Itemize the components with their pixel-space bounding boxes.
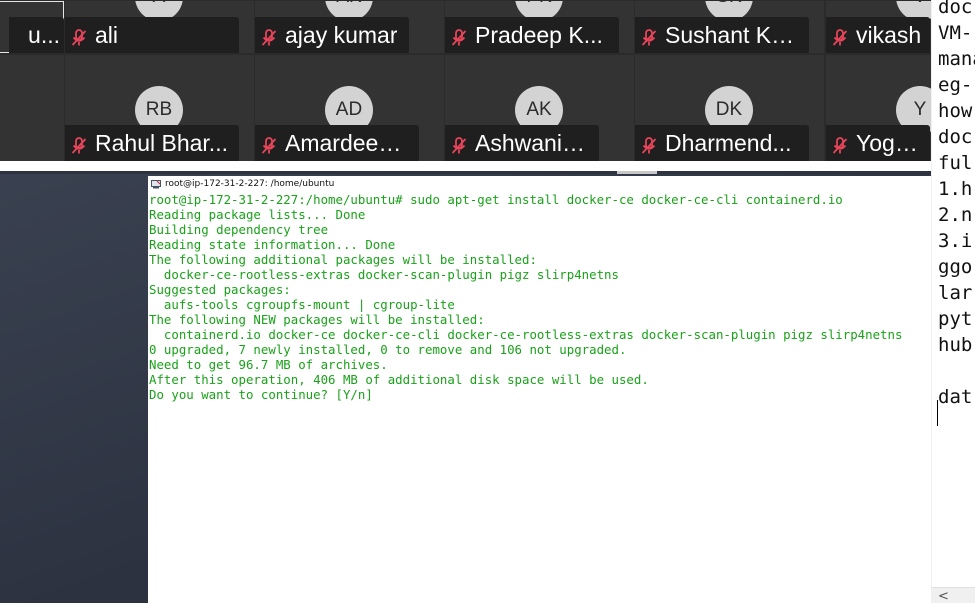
participant-name-plate: vikash bbox=[826, 17, 930, 53]
notepad-line: 2.n bbox=[938, 204, 973, 226]
participant-name: vikash bbox=[856, 21, 922, 48]
desktop-bar-line bbox=[0, 171, 931, 174]
participant-name-plate: Yogend bbox=[826, 125, 930, 161]
participant-tile[interactable]: Aali bbox=[65, 1, 254, 53]
participant-tile[interactable]: DK Dharmend... bbox=[635, 55, 824, 161]
terminal-line: 0 upgraded, 7 newly installed, 0 to remo… bbox=[149, 342, 627, 357]
participant-name: ali bbox=[95, 21, 119, 48]
notepad-line: VM- bbox=[938, 22, 973, 44]
notepad-line: hub bbox=[938, 334, 973, 356]
notepad-line: doc bbox=[938, 126, 973, 148]
participant-name: Ashwani K... bbox=[475, 129, 591, 156]
notepad-line: 3.i bbox=[938, 230, 973, 252]
notepad-line: how bbox=[938, 100, 973, 122]
notepad-line: mana bbox=[938, 48, 975, 70]
notepad-line bbox=[938, 358, 975, 384]
terminal-window[interactable]: root@ip-172-31-2-227: /home/ubuntu root@… bbox=[148, 176, 931, 603]
text-caret bbox=[937, 400, 938, 426]
participant-name: u... bbox=[28, 21, 60, 48]
participant-tile[interactable]: RB Rahul Bhar... bbox=[65, 55, 254, 161]
notepad-line: ggo bbox=[938, 256, 973, 278]
notepad-line: lar bbox=[938, 282, 973, 304]
notepad-text[interactable]: doc VM-mana eg-how doc ful 1.h 2.n 3.i ggo lar pyt… bbox=[938, 0, 975, 410]
participant-tile[interactable]: AKajay kumar bbox=[255, 1, 444, 53]
terminal-line: After this operation, 406 MB of addition… bbox=[149, 372, 649, 387]
mic-muted-icon bbox=[641, 26, 657, 46]
terminal-line: aufs-tools cgroupfs-mount | cgroup-lite bbox=[149, 297, 455, 312]
desktop-top-bar bbox=[0, 161, 931, 174]
participant-name: Pradeep K... bbox=[475, 21, 603, 48]
mic-muted-icon bbox=[451, 134, 467, 154]
participant-tile[interactable]: AK Ashwani K... bbox=[445, 55, 634, 161]
terminal-title-bar[interactable]: root@ip-172-31-2-227: /home/ubuntu bbox=[148, 176, 931, 192]
participant-tile[interactable] bbox=[0, 55, 64, 161]
participant-name: Sushant Ku... bbox=[665, 21, 801, 48]
notepad-line: pyt bbox=[938, 308, 973, 330]
terminal-line: Reading state information... Done bbox=[149, 237, 396, 252]
terminal-line: root@ip-172-31-2-227:/home/ubuntu# sudo … bbox=[149, 192, 843, 207]
notepad-panel[interactable]: doc VM-mana eg-how doc ful 1.h 2.n 3.i ggo lar pyt… bbox=[931, 0, 975, 603]
desktop-bar-tab[interactable] bbox=[617, 171, 657, 174]
participant-name: Rahul Bhar... bbox=[95, 129, 228, 156]
mic-muted-icon bbox=[451, 26, 467, 46]
participant-name: Dharmend... bbox=[665, 129, 792, 156]
terminal-line: Do you want to continue? [Y/n] bbox=[149, 387, 373, 402]
terminal-line: Need to get 96.7 MB of archives. bbox=[149, 357, 388, 372]
terminal-line: The following NEW packages will be insta… bbox=[149, 312, 485, 327]
terminal-line: The following additional packages will b… bbox=[149, 252, 537, 267]
mic-muted-icon bbox=[641, 134, 657, 154]
notepad-line: eg- bbox=[938, 74, 973, 96]
mic-muted-icon bbox=[71, 134, 87, 154]
mic-muted-icon bbox=[832, 134, 848, 154]
participant-gallery: u...AaliAKajay kumarPKPradeep K...SKSush… bbox=[0, 0, 931, 161]
participant-name-plate: Amardeep ... bbox=[255, 125, 419, 161]
participant-tile[interactable]: YYogend bbox=[826, 55, 931, 161]
mic-muted-icon bbox=[832, 26, 848, 46]
participant-name-plate: ajay kumar bbox=[255, 17, 409, 53]
participant-tile[interactable]: AD Amardeep ... bbox=[255, 55, 444, 161]
participant-name-plate: Pradeep K... bbox=[445, 17, 619, 53]
participant-tile[interactable]: PKPradeep K... bbox=[445, 1, 634, 53]
terminal-line: Building dependency tree bbox=[149, 222, 329, 237]
participant-name-plate: Sushant Ku... bbox=[635, 17, 809, 53]
notepad-line: doc bbox=[938, 0, 973, 18]
participant-name-plate: Ashwani K... bbox=[445, 125, 599, 161]
mic-muted-icon bbox=[261, 26, 277, 46]
terminal-line: Reading package lists... Done bbox=[149, 207, 366, 222]
terminal-line: containerd.io docker-ce docker-ce-cli do… bbox=[149, 327, 903, 342]
participant-name: Yogend bbox=[856, 129, 922, 156]
putty-icon bbox=[151, 179, 161, 188]
participant-name: ajay kumar bbox=[285, 21, 398, 48]
scroll-left-icon[interactable]: < bbox=[938, 589, 949, 604]
terminal-line: docker-ce-rootless-extras docker-scan-pl… bbox=[149, 267, 619, 282]
mic-muted-icon bbox=[261, 134, 277, 154]
participant-tile[interactable]: u... bbox=[0, 1, 64, 53]
participant-name-plate: Rahul Bhar... bbox=[65, 125, 239, 161]
notepad-line: 1.h bbox=[938, 178, 973, 200]
terminal-output[interactable]: root@ip-172-31-2-227:/home/ubuntu# sudo … bbox=[149, 192, 931, 402]
terminal-line: Suggested packages: bbox=[149, 282, 291, 297]
participant-name: Amardeep ... bbox=[285, 129, 411, 156]
horizontal-scrollbar[interactable]: < bbox=[931, 587, 975, 604]
participant-tile[interactable]: SKSushant Ku... bbox=[635, 1, 824, 53]
notepad-line: ful bbox=[938, 152, 973, 174]
mic-muted-icon bbox=[71, 26, 87, 46]
participant-name-plate: ali bbox=[65, 17, 239, 53]
participant-name-plate: Dharmend... bbox=[635, 125, 809, 161]
notepad-line: dat bbox=[938, 386, 973, 408]
participant-name-plate: u... bbox=[9, 17, 64, 53]
terminal-title-text: root@ip-172-31-2-227: /home/ubuntu bbox=[165, 179, 335, 189]
participant-tile[interactable]: Vvikash bbox=[826, 1, 931, 53]
